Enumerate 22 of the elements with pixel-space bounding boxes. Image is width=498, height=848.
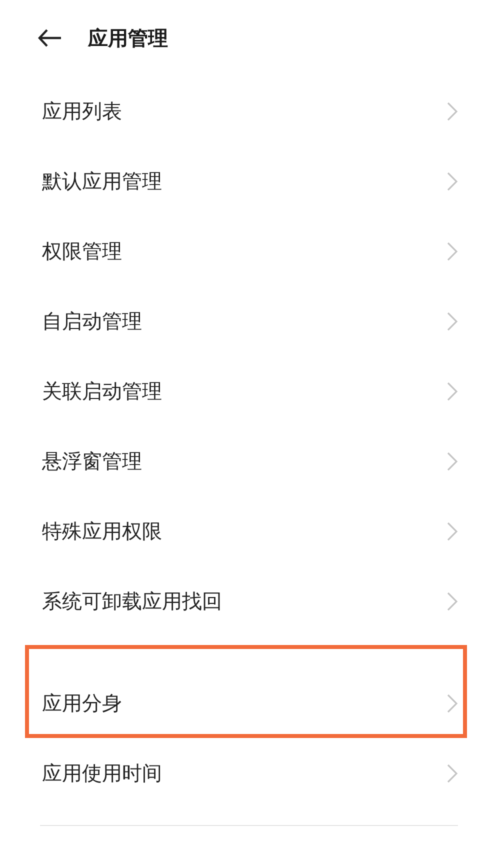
chevron-icon <box>447 382 458 400</box>
chevron-icon <box>447 452 458 470</box>
chevron-icon <box>447 764 458 782</box>
menu-item[interactable]: 关联启动管理 <box>0 356 498 426</box>
menu-item[interactable]: 应用分身 <box>0 668 498 738</box>
chevron-icon <box>447 694 458 712</box>
menu-item[interactable]: 系统可卸载应用找回 <box>0 566 498 636</box>
page-title: 应用管理 <box>88 25 168 52</box>
chevron-icon <box>447 242 458 260</box>
chevron-icon <box>447 522 458 540</box>
menu-item[interactable]: 应用列表 <box>0 76 498 146</box>
menu-item[interactable]: 特殊应用权限 <box>0 496 498 566</box>
menu-item[interactable]: 权限管理 <box>0 216 498 286</box>
menu-item[interactable]: 默认应用管理 <box>0 146 498 216</box>
back-icon[interactable] <box>38 29 62 47</box>
chevron-icon <box>447 172 458 190</box>
menu-item[interactable]: 自启动管理 <box>0 286 498 356</box>
menu-item[interactable]: 应用使用时间 <box>0 738 498 808</box>
menu-item[interactable]: 悬浮窗管理 <box>0 426 498 496</box>
chevron-icon <box>447 102 458 120</box>
chevron-icon <box>447 592 458 610</box>
chevron-icon <box>447 312 458 330</box>
